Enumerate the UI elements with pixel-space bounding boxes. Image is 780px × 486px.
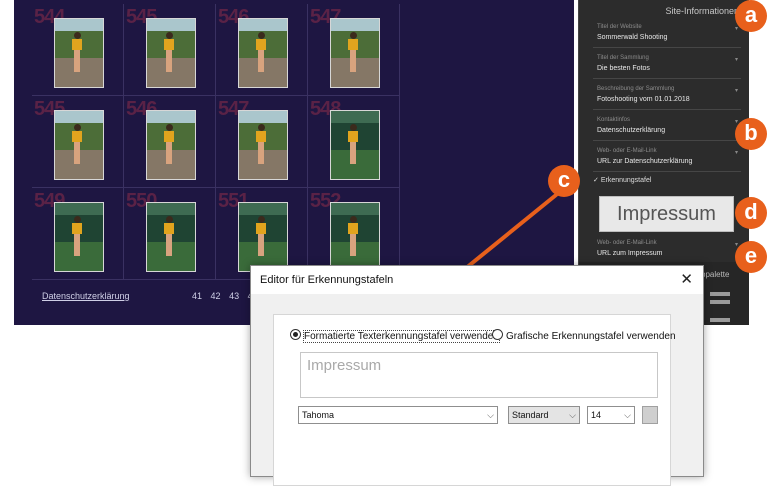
- palette-bar: [710, 300, 730, 304]
- field-label: Kontaktinfos: [597, 117, 631, 123]
- identity-text-input[interactable]: Impressum: [300, 352, 658, 398]
- select-value: Standard: [512, 410, 549, 420]
- radio-unselected-icon: [492, 329, 503, 340]
- chevron-down-icon: ⌵: [487, 410, 494, 420]
- thumbnail-photo[interactable]: [54, 202, 104, 272]
- field-label: Titel der Sammlung: [597, 55, 649, 61]
- dialog-titlebar: Editor für Erkennungstafeln ✕: [251, 266, 703, 294]
- chevron-down-icon: ⌵: [624, 410, 631, 420]
- thumbnail-cell[interactable]: 546: [124, 96, 216, 188]
- thumbnail-photo[interactable]: [238, 110, 288, 180]
- palette-bar: [710, 318, 730, 322]
- field-value: Datenschutzerklärung: [597, 127, 666, 134]
- thumbnail-photo[interactable]: [330, 202, 380, 272]
- callout-b: b: [735, 118, 767, 150]
- identity-plate-editor-dialog: Editor für Erkennungstafeln ✕ Formatiert…: [250, 265, 704, 486]
- field-label: Web- oder E-Mail-Link: [597, 240, 657, 246]
- field-value: Sommerwald Shooting: [597, 34, 668, 41]
- web-email-link-field[interactable]: Web- oder E-Mail-Link ▾ URL zur Datensch…: [593, 146, 741, 172]
- radio-label: Grafische Erkennungstafel verwenden: [506, 331, 676, 342]
- callout-e: e: [735, 241, 767, 273]
- thumbnail-photo[interactable]: [54, 18, 104, 88]
- checkbox-label: Erkennungstafel: [600, 177, 652, 184]
- field-value: Fotoshooting vom 01.01.2018: [597, 96, 690, 103]
- thumbnail-cell[interactable]: 545: [32, 96, 124, 188]
- thumbnail-grid: 544 545 546 547 545 546 547 548 549 550 551 552: [28, 0, 414, 287]
- thumbnail-cell[interactable]: 544: [32, 4, 124, 96]
- checkmark-icon: ✓: [593, 177, 599, 184]
- collection-description-field[interactable]: Beschreibung der Sammlung ▾ Fotoshooting…: [593, 84, 741, 110]
- collection-title-field[interactable]: Titel der Sammlung ▾ Die besten Fotos: [593, 53, 741, 79]
- thumbnail-photo[interactable]: [238, 202, 288, 272]
- chevron-down-icon: ▾: [734, 57, 738, 63]
- thumbnail-photo[interactable]: [146, 110, 196, 180]
- close-icon[interactable]: ✕: [680, 270, 693, 288]
- text-color-swatch[interactable]: [642, 406, 658, 424]
- chevron-down-icon: ▾: [734, 26, 738, 32]
- chevron-down-icon: ▾: [734, 88, 738, 94]
- font-family-select[interactable]: Tahoma ⌵: [298, 406, 498, 424]
- select-value: 14: [591, 410, 602, 420]
- thumbnail-photo[interactable]: [330, 110, 380, 180]
- thumbnail-cell[interactable]: 545: [124, 4, 216, 96]
- field-value: URL zur Datenschutzerklärung: [597, 158, 693, 165]
- panel-header[interactable]: Site-Informationen: [579, 6, 739, 16]
- dialog-content-group: Formatierte Texterkennungstafel verwende…: [273, 314, 676, 486]
- dialog-title: Editor für Erkennungstafeln: [260, 274, 394, 286]
- thumbnail-photo[interactable]: [146, 18, 196, 88]
- thumbnail-cell[interactable]: 547: [216, 96, 308, 188]
- thumbnail-photo[interactable]: [330, 18, 380, 88]
- page-42[interactable]: 42: [211, 291, 221, 301]
- thumbnail-cell[interactable]: 547: [308, 4, 400, 96]
- site-title-field[interactable]: Titel der Website ▾ Sommerwald Shooting: [593, 22, 741, 48]
- thumbnail-photo[interactable]: [238, 18, 288, 88]
- palette-bar: [710, 292, 730, 296]
- chevron-down-icon: ⌵: [569, 410, 576, 420]
- thumbnail-cell[interactable]: 550: [124, 188, 216, 280]
- field-value: Die besten Fotos: [597, 65, 650, 72]
- page-41[interactable]: 41: [192, 291, 202, 301]
- thumbnail-photo[interactable]: [146, 202, 196, 272]
- thumbnail-cell[interactable]: 548: [308, 96, 400, 188]
- font-style-select[interactable]: Standard ⌵: [508, 406, 580, 424]
- field-label: Web- oder E-Mail-Link: [597, 148, 657, 154]
- thumbnail-cell[interactable]: 549: [32, 188, 124, 280]
- chevron-down-icon: ▾: [734, 150, 738, 156]
- field-value: URL zum Impressum: [597, 250, 663, 257]
- thumbnail-photo[interactable]: [54, 110, 104, 180]
- identity-plate-checkbox[interactable]: ✓ Erkennungstafel: [593, 176, 651, 184]
- identity-plate-preview[interactable]: Impressum: [599, 196, 734, 232]
- impressum-link-field[interactable]: Web- oder E-Mail-Link ▾ URL zum Impressu…: [593, 238, 741, 264]
- callout-c: c: [548, 165, 580, 197]
- font-size-select[interactable]: 14 ⌵: [587, 406, 635, 424]
- contact-info-field[interactable]: Kontaktinfos ▾ Datenschutzerklärung: [593, 115, 741, 141]
- radio-label: Formatierte Texterkennungstafel verwende…: [303, 330, 500, 343]
- callout-a: a: [735, 0, 767, 32]
- radio-graphic-plate[interactable]: Grafische Erkennungstafel verwenden: [492, 329, 676, 342]
- select-value: Tahoma: [302, 410, 335, 420]
- field-label: Beschreibung der Sammlung: [597, 86, 675, 92]
- callout-d: d: [735, 197, 767, 229]
- page-43[interactable]: 43: [229, 291, 239, 301]
- radio-styled-text-plate[interactable]: Formatierte Texterkennungstafel verwende…: [290, 329, 500, 343]
- thumbnail-cell[interactable]: 546: [216, 4, 308, 96]
- footer-privacy-link[interactable]: Datenschutzerklärung: [42, 291, 130, 301]
- radio-selected-icon: [290, 329, 301, 340]
- field-label: Titel der Website: [597, 24, 642, 30]
